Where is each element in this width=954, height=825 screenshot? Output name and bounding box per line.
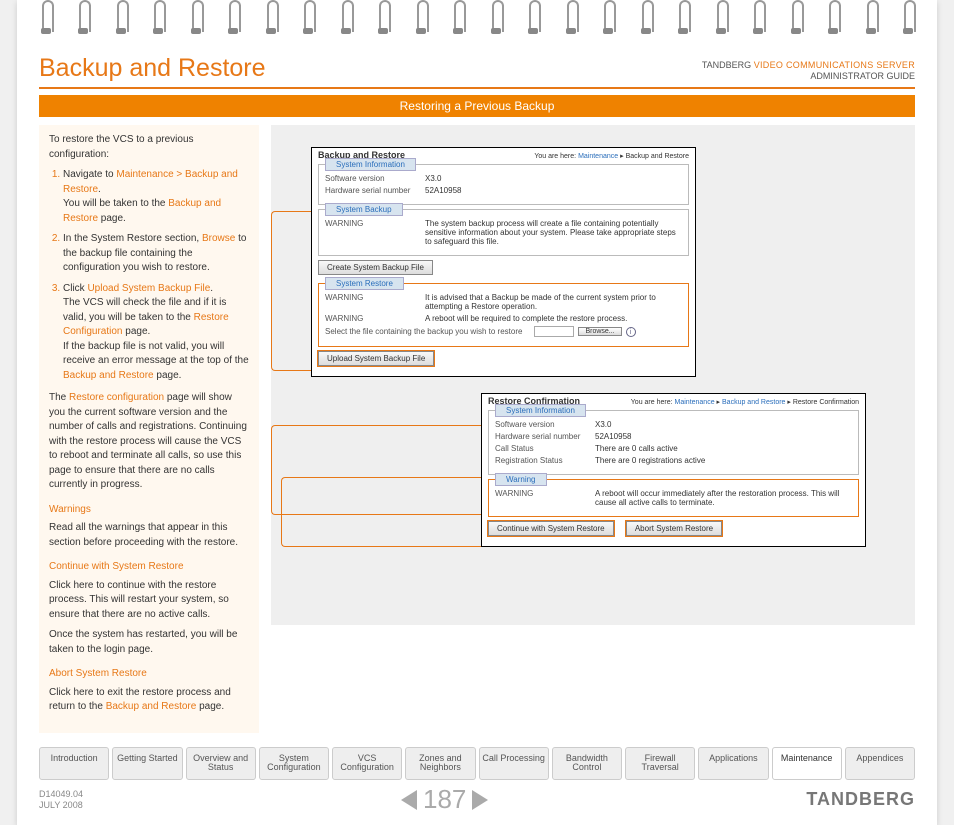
text-warnings: Read all the warnings that appear in thi…: [49, 521, 249, 550]
tab-bandwidth-control[interactable]: Bandwidth Control: [552, 747, 622, 781]
link-upload-system-backup-file[interactable]: Upload System Backup File: [87, 283, 210, 294]
doc-id: D14049.04 JULY 2008: [39, 789, 83, 811]
steps-list: Navigate to Maintenance > Backup and Res…: [49, 168, 249, 383]
crumb-maintenance[interactable]: Maintenance: [675, 399, 715, 406]
page-footer: D14049.04 JULY 2008 187 TANDBERG: [17, 780, 937, 825]
legend-sysinfo: System Information: [325, 158, 416, 171]
section-banner: Restoring a Previous Backup: [39, 95, 915, 117]
link-backup-and-restore-3[interactable]: Backup and Restore: [106, 701, 197, 712]
legend-sysinfo-2: System Information: [495, 404, 586, 417]
link-browse[interactable]: Browse: [202, 233, 235, 244]
brand-logo: TANDBERG: [806, 789, 915, 810]
text-restore-warning-1: It is advised that a Backup be made of t…: [425, 293, 682, 311]
label-call-status: Call Status: [495, 444, 595, 453]
tab-system-configuration[interactable]: System Configuration: [259, 747, 329, 781]
heading-continue: Continue with System Restore: [49, 560, 249, 575]
create-system-backup-file-button[interactable]: Create System Backup File: [318, 260, 433, 275]
abort-system-restore-button[interactable]: Abort System Restore: [626, 521, 722, 536]
link-backup-and-restore-2[interactable]: Backup and Restore: [63, 370, 154, 381]
bottom-tabs: IntroductionGetting StartedOverview and …: [17, 741, 937, 781]
crumb-maintenance[interactable]: Maintenance: [578, 153, 618, 160]
info-icon[interactable]: i: [626, 327, 636, 337]
tab-firewall-traversal[interactable]: Firewall Traversal: [625, 747, 695, 781]
label-warning: WARNING: [495, 489, 595, 507]
header-rule: [39, 87, 915, 89]
step-2: In the System Restore section, Browse to…: [63, 232, 249, 276]
spiral-binding: [17, 0, 937, 48]
heading-abort: Abort System Restore: [49, 667, 249, 682]
browse-button[interactable]: Browse...: [578, 327, 621, 336]
tab-call-processing[interactable]: Call Processing: [479, 747, 549, 781]
text-continue-2: Once the system has restarted, you will …: [49, 628, 249, 657]
pane-restore-confirmation: Restore Confirmation You are here: Maint…: [481, 393, 866, 547]
tab-zones-and-neighbors[interactable]: Zones and Neighbors: [405, 747, 475, 781]
value-hw-serial: 52A10958: [425, 186, 682, 195]
tab-appendices[interactable]: Appendices: [845, 747, 915, 781]
intro-text: To restore the VCS to a previous configu…: [49, 133, 249, 162]
page-title: Backup and Restore: [39, 54, 266, 83]
brand-line: TANDBERG: [702, 60, 751, 70]
text-backup-warning: The system backup process will create a …: [425, 219, 682, 246]
label-registration-status: Registration Status: [495, 456, 595, 465]
value-software-version: X3.0: [425, 174, 682, 183]
tab-vcs-configuration[interactable]: VCS Configuration: [332, 747, 402, 781]
tab-introduction[interactable]: Introduction: [39, 747, 109, 781]
guide-name: ADMINISTRATOR GUIDE: [810, 71, 915, 81]
prev-page-arrow[interactable]: [401, 790, 417, 810]
link-restore-configuration-2[interactable]: Restore configuration: [69, 392, 164, 403]
pane1-crumb: You are here: Maintenance ▸ Backup and R…: [534, 152, 689, 160]
fieldset-system-backup: System Backup WARNINGThe system backup p…: [318, 209, 689, 256]
label-select-file: Select the file containing the backup yo…: [325, 327, 522, 336]
content-row: To restore the VCS to a previous configu…: [17, 117, 937, 741]
fieldset-system-information-2: System Information Software versionX3.0 …: [488, 410, 859, 475]
label-warning: WARNING: [325, 219, 425, 246]
legend-sysrestore: System Restore: [325, 277, 404, 290]
tab-applications[interactable]: Applications: [698, 747, 768, 781]
label-hw-serial: Hardware serial number: [325, 186, 425, 195]
tab-maintenance[interactable]: Maintenance: [772, 747, 842, 781]
label-software-version: Software version: [325, 174, 425, 183]
upload-system-backup-file-button[interactable]: Upload System Backup File: [318, 351, 434, 366]
backup-file-input[interactable]: [534, 326, 574, 337]
text-continue-1: Click here to continue with the restore …: [49, 579, 249, 623]
pane2-crumb: You are here: Maintenance ▸ Backup and R…: [631, 398, 859, 406]
product-name: VIDEO COMMUNICATIONS SERVER: [754, 60, 915, 70]
value-registration-status: There are 0 registrations active: [595, 456, 852, 465]
page-number: 187: [423, 784, 466, 815]
tab-getting-started[interactable]: Getting Started: [112, 747, 182, 781]
text-abort: Click here to exit the restore process a…: [49, 686, 249, 715]
value-call-status: There are 0 calls active: [595, 444, 852, 453]
fieldset-system-information: System Information Software versionX3.0 …: [318, 164, 689, 205]
text-reboot-warning: A reboot will occur immediately after th…: [595, 489, 852, 507]
pager: 187: [401, 784, 488, 815]
label-hw-serial: Hardware serial number: [495, 432, 595, 441]
legend-warning: Warning: [495, 473, 547, 486]
para-restore-config: The Restore configuration page will show…: [49, 391, 249, 493]
continue-with-system-restore-button[interactable]: Continue with System Restore: [488, 521, 614, 536]
page-header: Backup and Restore TANDBERG VIDEO COMMUN…: [17, 48, 937, 87]
page-container: Backup and Restore TANDBERG VIDEO COMMUN…: [17, 0, 937, 825]
header-right: TANDBERG VIDEO COMMUNICATIONS SERVER ADM…: [702, 60, 915, 83]
instruction-sidebar: To restore the VCS to a previous configu…: [39, 125, 259, 733]
label-software-version: Software version: [495, 420, 595, 429]
next-page-arrow[interactable]: [472, 790, 488, 810]
label-warning: WARNING: [325, 293, 425, 311]
crumb-backup-restore[interactable]: Backup and Restore: [722, 399, 785, 406]
tab-overview-and-status[interactable]: Overview and Status: [186, 747, 256, 781]
label-warning: WARNING: [325, 314, 425, 323]
pane-backup-restore: Backup and Restore You are here: Mainten…: [311, 147, 696, 377]
value-hw-serial: 52A10958: [595, 432, 852, 441]
value-software-version: X3.0: [595, 420, 852, 429]
heading-warnings: Warnings: [49, 503, 249, 518]
legend-sysbackup: System Backup: [325, 203, 403, 216]
screenshot-area: Backup and Restore You are here: Mainten…: [271, 125, 915, 625]
text-restore-warning-2: A reboot will be required to complete th…: [425, 314, 682, 323]
callout-line: [281, 477, 495, 547]
step-3: Click Upload System Backup File. The VCS…: [63, 282, 249, 384]
step-1: Navigate to Maintenance > Backup and Res…: [63, 168, 249, 226]
callout-line: [271, 211, 315, 371]
fieldset-system-restore: System Restore WARNINGIt is advised that…: [318, 283, 689, 347]
fieldset-warning: Warning WARNINGA reboot will occur immed…: [488, 479, 859, 517]
